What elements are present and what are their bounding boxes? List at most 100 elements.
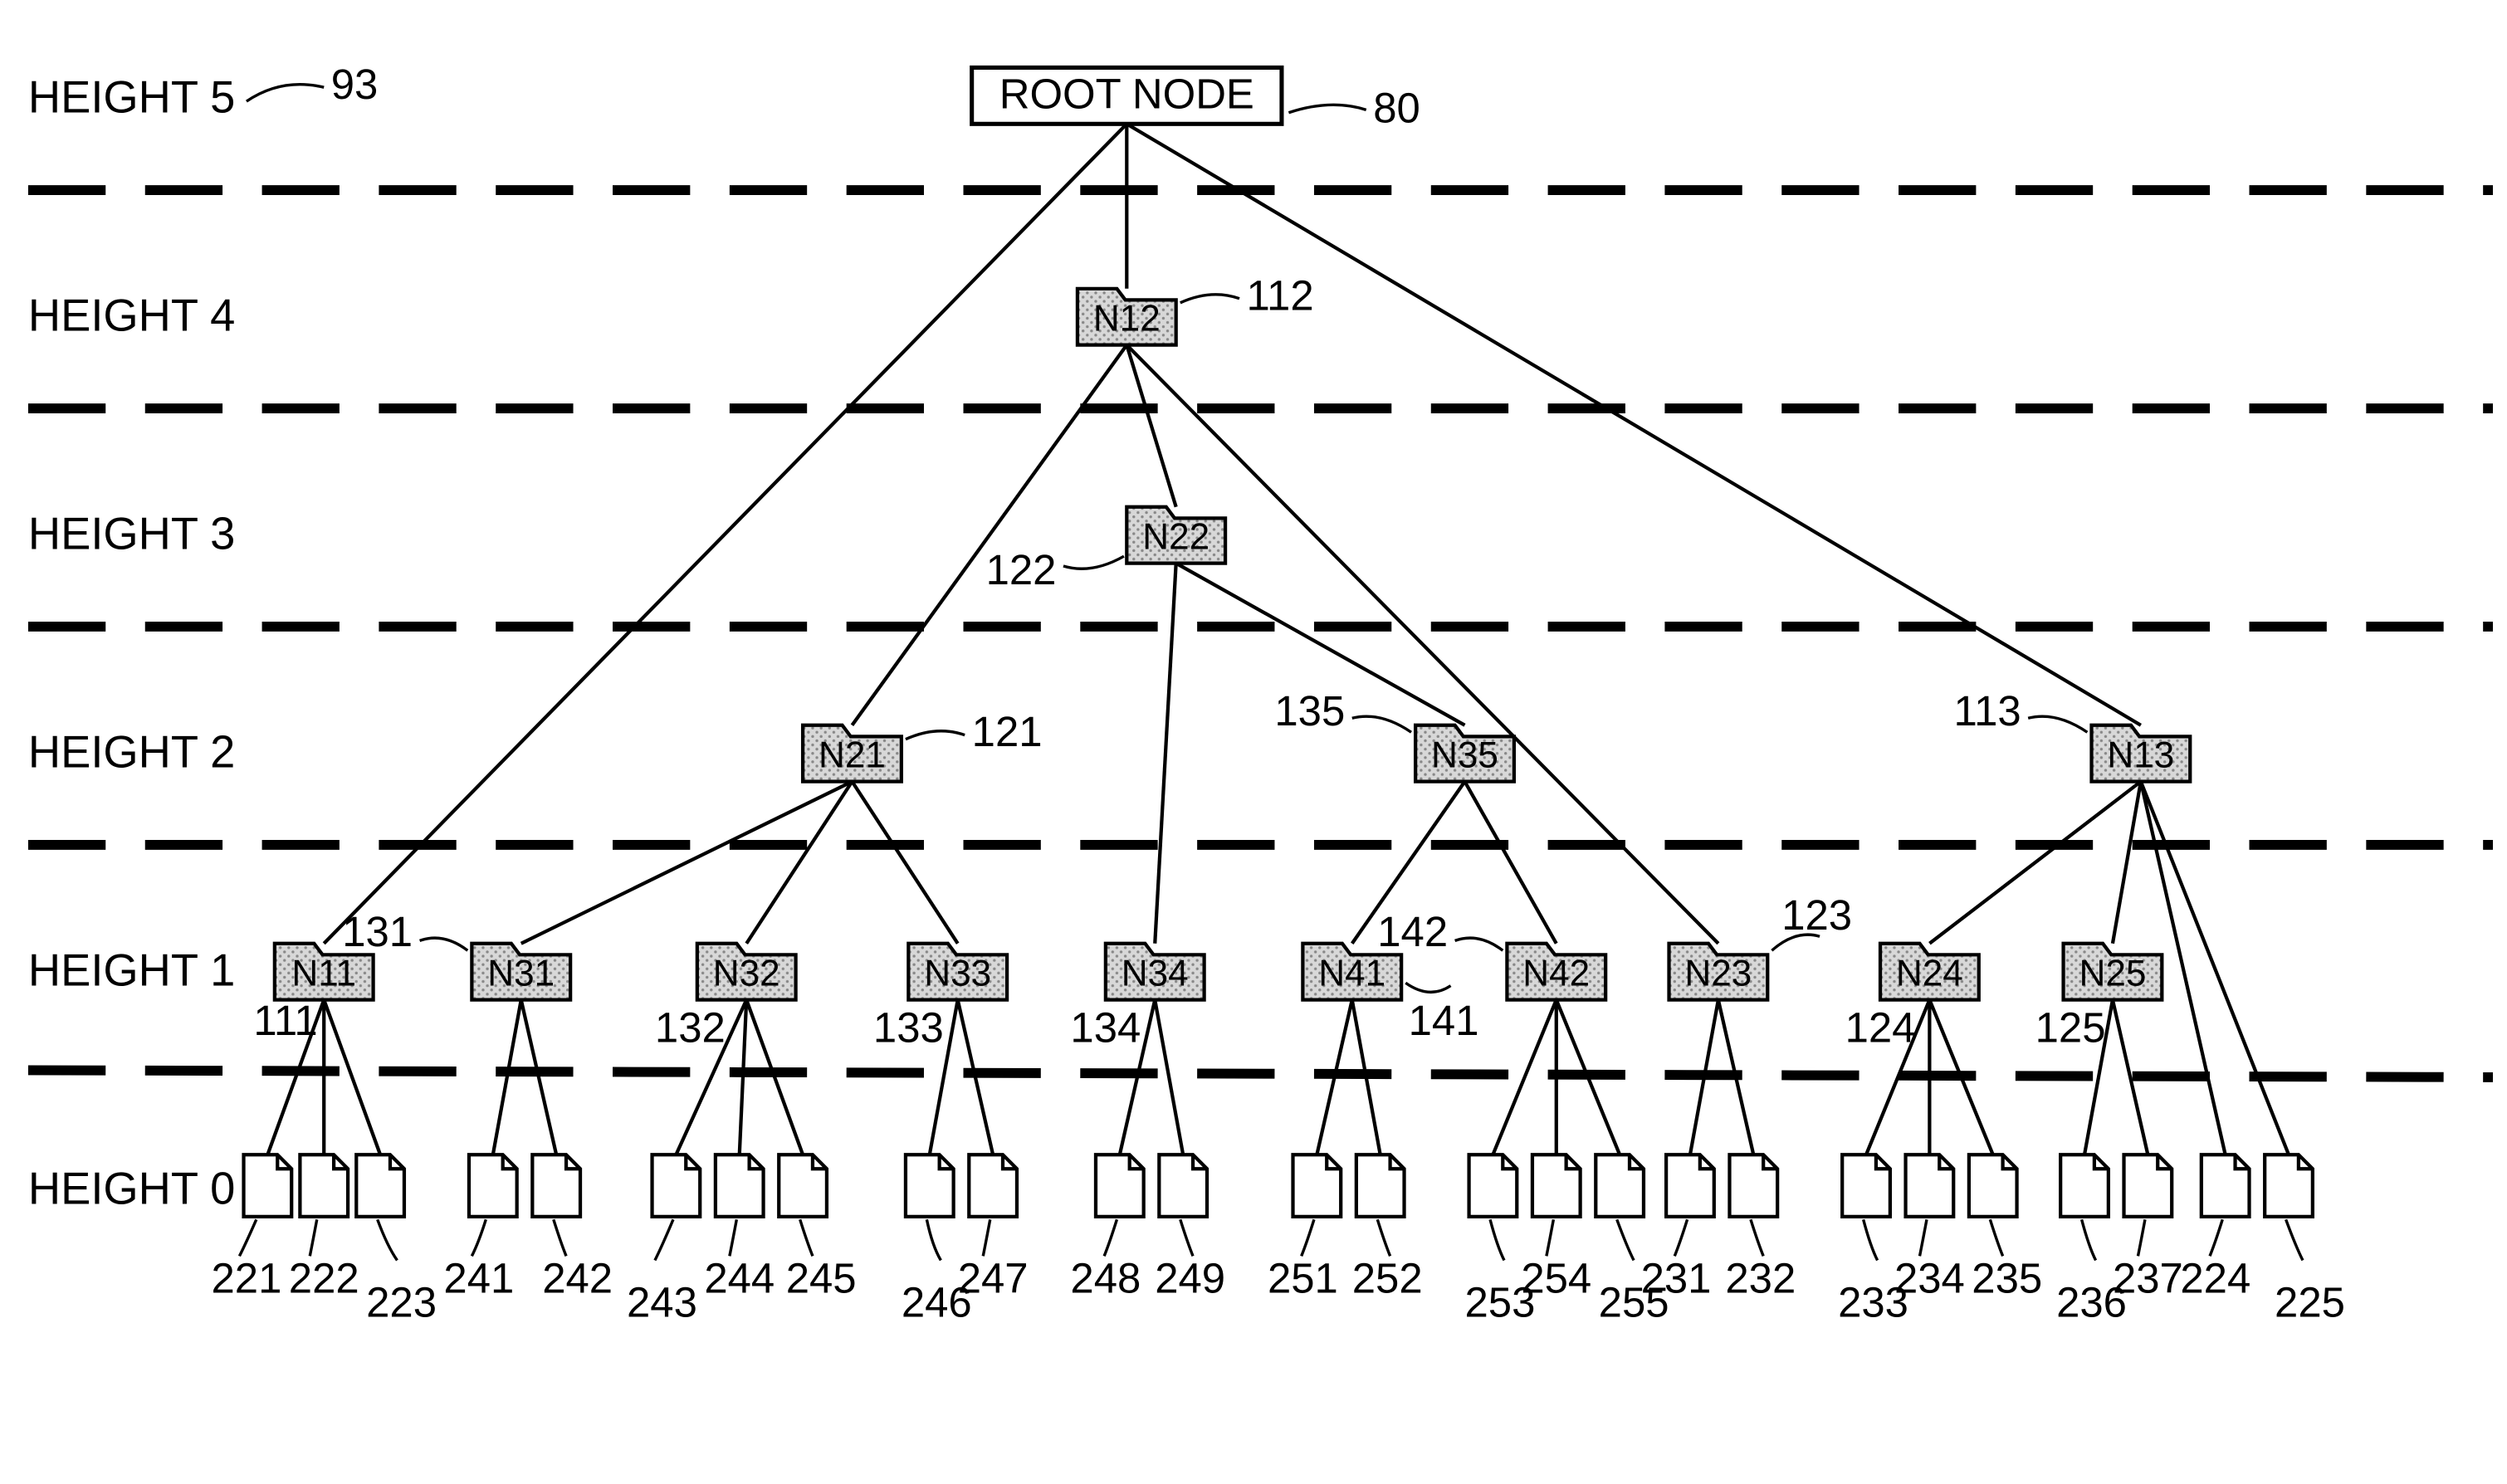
svg-text:235: 235 <box>1972 1255 2042 1302</box>
svg-text:224: 224 <box>2180 1255 2250 1302</box>
node-N31: N31 131 <box>342 908 570 999</box>
svg-text:231: 231 <box>1641 1255 1712 1302</box>
height-5-label: HEIGHT 5 <box>28 72 235 123</box>
svg-text:122: 122 <box>986 546 1057 593</box>
node-N21: N21 121 <box>803 708 1042 781</box>
leaf-237 <box>2124 1154 2172 1217</box>
svg-text:142: 142 <box>1377 908 1448 955</box>
leaf-pages <box>244 1154 2313 1217</box>
node-N23: N23 123 <box>1669 891 1853 1000</box>
svg-text:243: 243 <box>627 1278 697 1323</box>
svg-text:131: 131 <box>342 908 413 955</box>
svg-text:N42: N42 <box>1522 954 1590 994</box>
height-3-label: HEIGHT 3 <box>28 509 235 559</box>
svg-text:225: 225 <box>2275 1278 2345 1323</box>
svg-text:N23: N23 <box>1684 954 1752 994</box>
svg-text:251: 251 <box>1268 1255 1338 1302</box>
svg-text:113: 113 <box>1954 687 2021 735</box>
leaf-248 <box>1096 1154 1144 1217</box>
svg-text:223: 223 <box>366 1278 437 1323</box>
svg-text:222: 222 <box>289 1255 359 1302</box>
svg-text:248: 248 <box>1070 1255 1141 1302</box>
svg-text:N35: N35 <box>1431 735 1498 776</box>
svg-text:244: 244 <box>704 1255 775 1302</box>
leaf-244 <box>716 1154 764 1217</box>
leaf-233 <box>1842 1154 1890 1217</box>
leaf-222 <box>300 1154 348 1217</box>
leaf-245 <box>779 1154 827 1217</box>
node-N24: N24 124 <box>1845 944 1979 1052</box>
leaf-236 <box>2060 1154 2109 1217</box>
node-N12: N12 112 <box>1078 271 1314 344</box>
leaf-253 <box>1469 1154 1517 1217</box>
svg-text:124: 124 <box>1845 1004 1916 1052</box>
node-N11: N11 111 <box>253 944 373 1044</box>
leaf-247 <box>969 1154 1017 1217</box>
ref-93: 93 <box>247 61 378 108</box>
node-N25: N25 125 <box>2035 944 2162 1052</box>
svg-text:93: 93 <box>331 61 379 108</box>
node-N13: N13 113 <box>1954 687 2191 782</box>
height-4-label: HEIGHT 4 <box>28 290 235 341</box>
svg-text:252: 252 <box>1352 1255 1423 1302</box>
svg-text:237: 237 <box>2113 1255 2183 1302</box>
svg-text:N32: N32 <box>713 954 780 994</box>
svg-text:111: 111 <box>253 997 317 1044</box>
svg-text:N11: N11 <box>291 954 356 994</box>
leaf-223 <box>356 1154 404 1217</box>
node-N34: N34 134 <box>1070 944 1204 1052</box>
svg-text:254: 254 <box>1521 1255 1591 1302</box>
node-N22: N22 122 <box>986 507 1225 593</box>
leaf-251 <box>1293 1154 1341 1217</box>
root-node: ROOT NODE 80 <box>972 67 1420 131</box>
leaf-225 <box>2265 1154 2313 1217</box>
leaf-231 <box>1666 1154 1714 1217</box>
svg-text:ROOT NODE: ROOT NODE <box>999 71 1254 118</box>
tree-diagram: HEIGHT 5 HEIGHT 4 HEIGHT 3 HEIGHT 2 HEIG… <box>0 0 2507 1324</box>
leaf-254 <box>1532 1154 1581 1217</box>
svg-text:221: 221 <box>211 1255 281 1302</box>
svg-text:N24: N24 <box>1896 954 1963 994</box>
leaf-221 <box>244 1154 292 1217</box>
svg-text:133: 133 <box>873 1004 944 1052</box>
height-0-label: HEIGHT 0 <box>28 1164 235 1214</box>
node-N32: N32 132 <box>655 944 796 1052</box>
node-N33: N33 133 <box>873 944 1007 1052</box>
svg-text:N12: N12 <box>1093 299 1161 339</box>
leaf-249 <box>1159 1154 1207 1217</box>
svg-text:123: 123 <box>1781 891 1852 939</box>
leaf-255 <box>1596 1154 1644 1217</box>
leaf-243 <box>652 1154 701 1217</box>
svg-text:247: 247 <box>958 1255 1029 1302</box>
svg-text:N21: N21 <box>819 735 886 776</box>
svg-text:141: 141 <box>1409 997 1479 1044</box>
leaf-235 <box>1969 1154 2017 1217</box>
leaf-252 <box>1356 1154 1405 1217</box>
svg-text:N13: N13 <box>2107 735 2174 776</box>
height-2-label: HEIGHT 2 <box>28 727 235 778</box>
height-labels: HEIGHT 5 HEIGHT 4 HEIGHT 3 HEIGHT 2 HEIG… <box>28 72 235 1214</box>
svg-text:125: 125 <box>2035 1004 2106 1052</box>
leaf-refs: 221 222 223 241 242 243 244 245 246 247 … <box>211 1219 2344 1324</box>
leaf-234 <box>1906 1154 1954 1217</box>
leaf-224 <box>2202 1154 2250 1217</box>
svg-text:N33: N33 <box>924 954 991 994</box>
svg-text:234: 234 <box>1894 1255 1965 1302</box>
svg-text:80: 80 <box>1373 85 1420 132</box>
node-N41: N41 141 <box>1302 944 1478 1044</box>
leaf-232 <box>1729 1154 1777 1217</box>
svg-text:232: 232 <box>1725 1255 1796 1302</box>
svg-text:N41: N41 <box>1318 954 1385 994</box>
svg-text:N25: N25 <box>2079 954 2146 994</box>
svg-text:249: 249 <box>1155 1255 1225 1302</box>
height-1-label: HEIGHT 1 <box>28 945 235 996</box>
svg-text:132: 132 <box>655 1004 726 1052</box>
svg-text:242: 242 <box>542 1255 613 1302</box>
svg-text:134: 134 <box>1070 1004 1141 1052</box>
svg-text:135: 135 <box>1274 687 1345 735</box>
leaf-241 <box>469 1154 517 1217</box>
leaf-246 <box>906 1154 954 1217</box>
svg-text:121: 121 <box>972 708 1043 755</box>
leaf-242 <box>532 1154 580 1217</box>
svg-text:241: 241 <box>443 1255 514 1302</box>
